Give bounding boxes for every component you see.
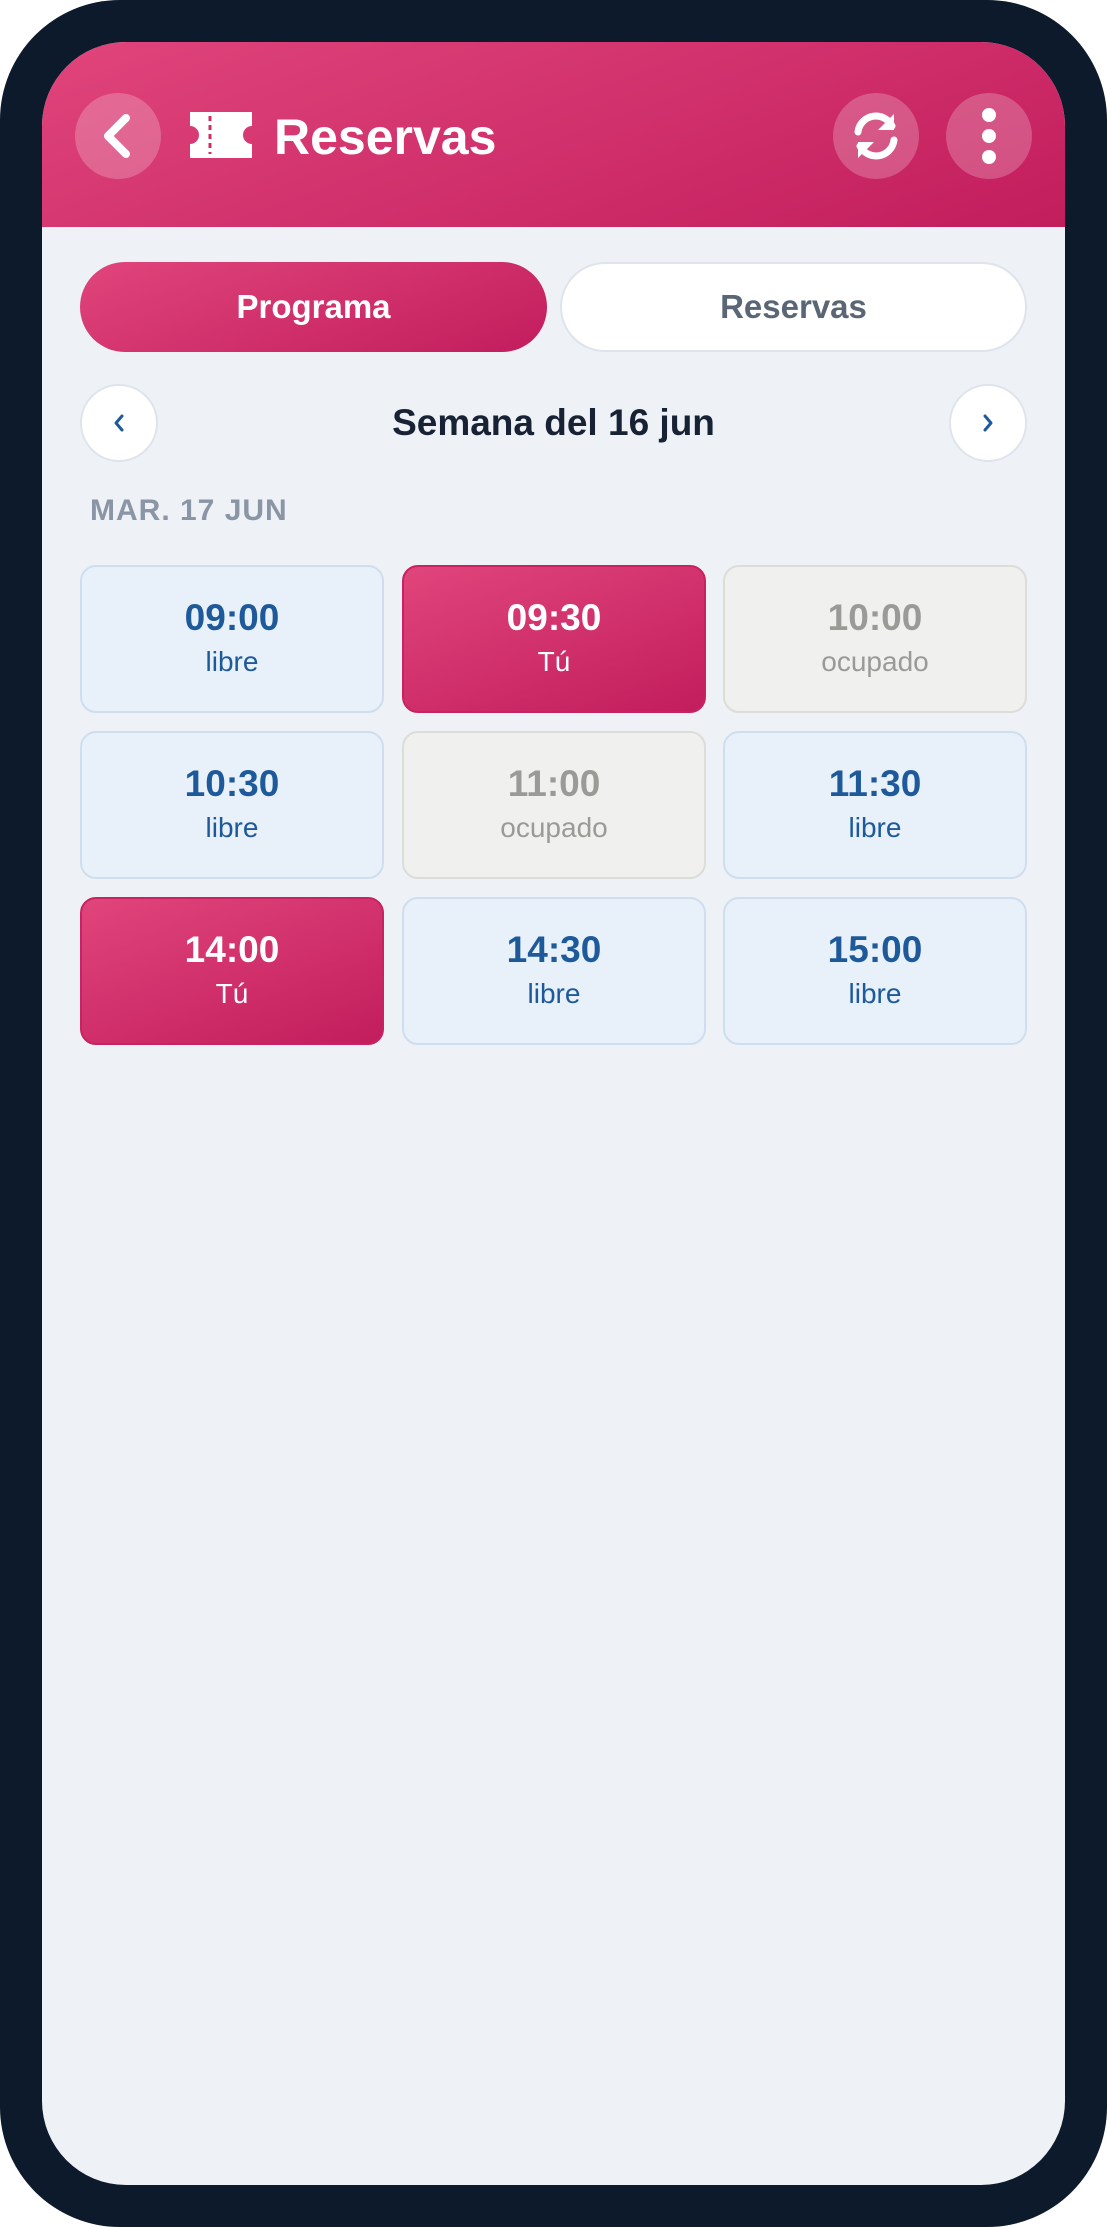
next-week-button[interactable] xyxy=(949,384,1027,462)
refresh-icon xyxy=(854,112,898,160)
tab-programa[interactable]: Programa xyxy=(80,262,547,352)
slot-status: libre xyxy=(527,978,581,1009)
tab-reservas[interactable]: Reservas xyxy=(560,262,1027,352)
slot-time: 09:00 xyxy=(184,597,280,638)
time-slot: 11:00 ocupado xyxy=(402,731,706,879)
slot-status: libre xyxy=(848,812,902,843)
slot-status: libre xyxy=(205,812,259,843)
time-slot[interactable]: 09:30 Tú xyxy=(402,565,706,713)
ticket-icon xyxy=(190,112,252,158)
slot-status: libre xyxy=(848,978,902,1009)
chevron-left-icon xyxy=(114,414,124,432)
phone-frame: Reservas Programa Reservas Semana del 16… xyxy=(0,0,1107,2227)
time-slot[interactable]: 14:30 libre xyxy=(402,897,706,1045)
slot-time: 15:00 xyxy=(827,929,923,970)
time-slot[interactable]: 11:30 libre xyxy=(723,731,1027,879)
week-title: Semana del 16 jun xyxy=(392,402,715,443)
back-button[interactable] xyxy=(75,93,161,179)
page-title: Reservas xyxy=(274,109,497,165)
time-slot[interactable]: 09:00 libre xyxy=(80,565,384,713)
slot-time: 14:30 xyxy=(506,929,602,970)
slot-time: 14:00 xyxy=(184,929,280,970)
slot-time: 10:30 xyxy=(184,763,280,804)
slot-status: Tú xyxy=(215,978,249,1009)
app-screen: Reservas Programa Reservas Semana del 16… xyxy=(42,42,1065,2185)
time-slot[interactable]: 10:30 libre xyxy=(80,731,384,879)
slot-status: libre xyxy=(205,646,259,677)
more-vertical-icon xyxy=(982,108,996,164)
refresh-button[interactable] xyxy=(833,93,919,179)
day-label: MAR. 17 JUN xyxy=(90,494,288,527)
chevron-left-icon xyxy=(104,114,130,158)
more-options-button[interactable] xyxy=(946,93,1032,179)
time-slot[interactable]: 14:00 Tú xyxy=(80,897,384,1045)
slot-status: ocupado xyxy=(821,646,929,677)
chevron-right-icon xyxy=(983,414,993,432)
slot-time: 11:30 xyxy=(828,763,922,804)
slot-time: 10:00 xyxy=(827,597,923,638)
time-slot[interactable]: 15:00 libre xyxy=(723,897,1027,1045)
slot-time: 11:00 xyxy=(507,763,601,804)
slot-status: Tú xyxy=(537,646,571,677)
previous-week-button[interactable] xyxy=(80,384,158,462)
app-header: Reservas xyxy=(42,42,1065,227)
slot-status: ocupado xyxy=(500,812,608,843)
slot-time: 09:30 xyxy=(506,597,602,638)
time-slot: 10:00 ocupado xyxy=(723,565,1027,713)
